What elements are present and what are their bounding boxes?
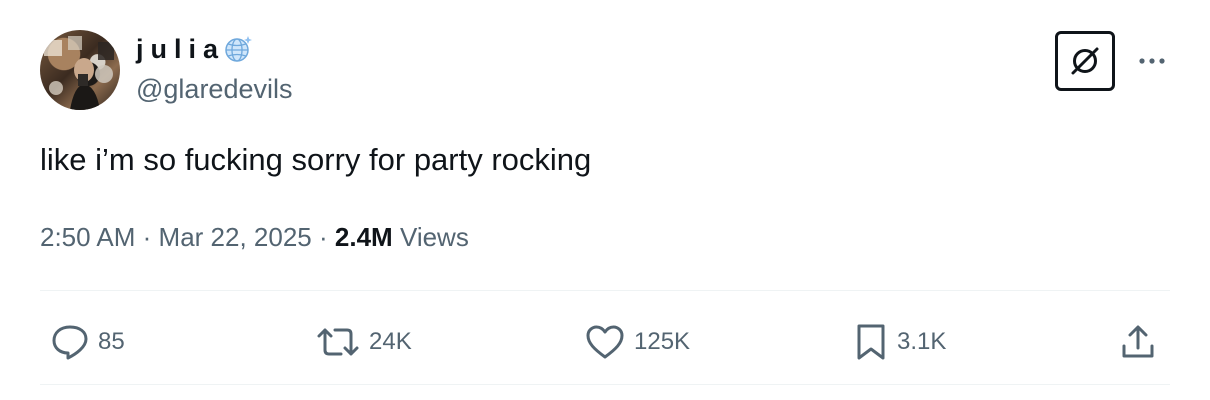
share-icon <box>1122 325 1154 358</box>
more-icon <box>1139 58 1165 64</box>
reply-count: 85 <box>98 328 125 355</box>
author-handle[interactable]: @glaredevils <box>136 74 292 105</box>
divider <box>40 384 1170 385</box>
bookmark-icon <box>857 324 885 360</box>
tweet-meta: 2:50 AM · Mar 22, 2025 · 2.4M Views <box>40 222 469 253</box>
bookmark-count: 3.1K <box>897 328 947 355</box>
author-name-row[interactable]: julia <box>136 32 253 66</box>
like-count: 125K <box>634 328 691 355</box>
views-count[interactable]: 2.4M <box>335 222 393 252</box>
reply-button[interactable]: 85 <box>50 322 125 362</box>
tweet-time[interactable]: 2:50 AM <box>40 222 135 252</box>
avatar[interactable] <box>40 30 120 110</box>
display-name[interactable]: julia <box>136 34 225 65</box>
views-label[interactable]: Views <box>400 222 469 252</box>
divider <box>40 290 1170 291</box>
meta-separator: · <box>142 222 152 252</box>
more-options-button[interactable] <box>1134 46 1170 76</box>
like-button[interactable]: 125K <box>584 322 690 362</box>
tweet-date[interactable]: Mar 22, 2025 <box>159 222 312 252</box>
tweet-card: julia @glaredevils like i’m so fucking s… <box>0 0 1210 400</box>
meta-separator: · <box>319 222 328 252</box>
retweet-count: 24K <box>369 328 412 355</box>
retweet-button[interactable]: 24K <box>315 322 412 362</box>
like-icon <box>586 325 624 359</box>
grok-icon <box>1071 47 1099 75</box>
globe-emoji-icon <box>223 34 253 64</box>
grok-button[interactable] <box>1055 31 1115 91</box>
retweet-icon <box>317 328 359 356</box>
bookmark-button[interactable]: 3.1K <box>853 322 946 362</box>
avatar-photo <box>44 36 114 110</box>
reply-icon <box>52 325 88 360</box>
share-button[interactable] <box>1118 322 1158 362</box>
tweet-text: like i’m so fucking sorry for party rock… <box>40 142 592 177</box>
action-bar: 85 24K 125K 3.1K <box>0 316 1210 366</box>
